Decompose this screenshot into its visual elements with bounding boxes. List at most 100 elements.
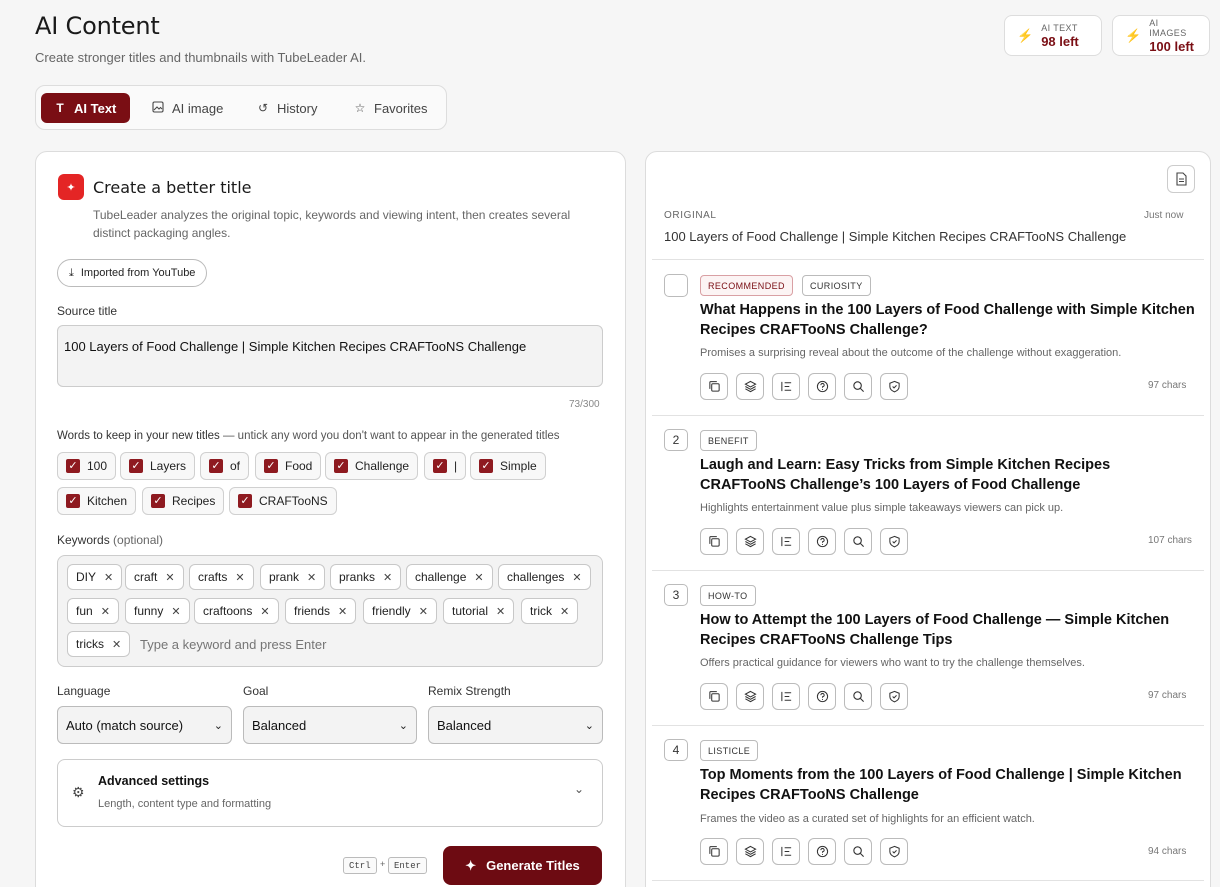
download-icon: ⤓ — [69, 266, 74, 279]
layers-icon — [743, 690, 757, 703]
search-icon — [852, 535, 865, 548]
kbd-ctrl: Ctrl — [343, 857, 377, 874]
remove-keyword-icon[interactable]: ✕ — [338, 605, 347, 618]
help-button[interactable] — [808, 373, 836, 400]
imported-from-youtube-button[interactable]: ⤓ Imported from YouTube — [57, 259, 208, 287]
copy-icon — [708, 690, 721, 703]
remove-keyword-icon[interactable]: ✕ — [260, 605, 269, 618]
layers-button[interactable] — [736, 373, 764, 400]
tab-favorites[interactable]: ☆ Favorites — [341, 93, 439, 123]
divider — [652, 415, 1204, 416]
copy-button[interactable] — [700, 528, 728, 555]
result-title[interactable]: How to Attempt the 100 Layers of Food Ch… — [700, 611, 1195, 650]
remove-keyword-icon[interactable]: ✕ — [307, 571, 316, 584]
help-button[interactable] — [808, 683, 836, 710]
keep-words-hint: — untick any word you don't want to appe… — [219, 430, 560, 442]
keep-word-checkbox[interactable]: ✓ Layers — [120, 452, 196, 480]
shield-check-button[interactable] — [880, 373, 908, 400]
generate-titles-button[interactable]: ✦ Generate Titles — [443, 846, 602, 885]
remove-keyword-icon[interactable]: ✕ — [101, 605, 110, 618]
layers-button[interactable] — [736, 683, 764, 710]
language-value: Auto (match source) — [66, 717, 184, 733]
search-button[interactable] — [844, 683, 872, 710]
help-button[interactable] — [808, 838, 836, 865]
remix-strength-label: Remix Strength — [428, 684, 511, 698]
language-select[interactable]: Auto (match source) ⌄ — [57, 706, 232, 744]
sparkle-icon: ✦ — [465, 857, 477, 873]
list-button[interactable] — [772, 683, 800, 710]
keep-word: Layers — [150, 459, 187, 473]
tab-ai-image[interactable]: AI image — [139, 93, 235, 123]
advanced-settings-toggle[interactable]: ⚙ Advanced settings Length, content type… — [57, 759, 603, 827]
list-button[interactable] — [772, 528, 800, 555]
select-result-checkbox[interactable] — [664, 274, 688, 297]
result-title[interactable]: Laugh and Learn: Easy Tricks from Simple… — [700, 456, 1195, 495]
keep-word-checkbox[interactable]: ✓ Challenge — [325, 452, 419, 480]
remove-keyword-icon[interactable]: ✕ — [474, 571, 483, 584]
keep-words-label: Words to keep in your new titles — untic… — [57, 430, 560, 442]
goal-select[interactable]: Balanced ⌄ — [243, 706, 417, 744]
keep-word-checkbox[interactable]: ✓ Simple — [470, 452, 546, 480]
help-button[interactable] — [808, 528, 836, 555]
keyword-text: trick — [530, 604, 552, 618]
ai-images-credits: ⚡ AI IMAGES 100 left — [1112, 15, 1210, 56]
keep-word-checkbox[interactable]: ✓ | — [424, 452, 467, 480]
angle-badge: CURIOSITY — [802, 275, 871, 296]
copy-button[interactable] — [700, 838, 728, 865]
remove-keyword-icon[interactable]: ✕ — [112, 638, 121, 651]
result-title[interactable]: Top Moments from the 100 Layers of Food … — [700, 766, 1195, 805]
remove-keyword-icon[interactable]: ✕ — [165, 571, 174, 584]
shield-check-button[interactable] — [880, 683, 908, 710]
remove-keyword-icon[interactable]: ✕ — [383, 571, 392, 584]
layers-button[interactable] — [736, 838, 764, 865]
copy-button[interactable] — [700, 373, 728, 400]
search-button[interactable] — [844, 528, 872, 555]
check-icon: ✓ — [66, 494, 80, 508]
divider — [652, 880, 1204, 881]
shield-check-button[interactable] — [880, 528, 908, 555]
keep-word-checkbox[interactable]: ✓ CRAFTooNS — [229, 487, 337, 515]
chevron-down-icon: ⌄ — [213, 719, 223, 732]
keyword-text: tricks — [76, 637, 104, 651]
help-icon — [816, 535, 829, 548]
original-timestamp: Just now — [1144, 210, 1184, 221]
remove-keyword-icon[interactable]: ✕ — [572, 571, 581, 584]
result-number: 2 — [664, 429, 688, 451]
remix-strength-select[interactable]: Balanced ⌄ — [428, 706, 603, 744]
keep-word-checkbox[interactable]: ✓ 100 — [57, 452, 117, 480]
remove-keyword-icon[interactable]: ✕ — [104, 571, 113, 584]
remove-keyword-icon[interactable]: ✕ — [560, 605, 569, 618]
divider — [652, 570, 1204, 571]
keep-word: Kitchen — [87, 494, 128, 508]
goal-value: Balanced — [252, 717, 307, 733]
help-icon — [816, 845, 829, 858]
list-button[interactable] — [772, 373, 800, 400]
keep-word-checkbox[interactable]: ✓ Kitchen — [57, 487, 137, 515]
tab-history[interactable]: ↺ History — [244, 93, 329, 123]
keyword-text: craftoons — [203, 604, 253, 618]
search-button[interactable] — [844, 373, 872, 400]
list-icon — [780, 845, 793, 858]
source-title-input[interactable]: 100 Layers of Food Challenge | Simple Ki… — [57, 325, 603, 387]
keep-word-checkbox[interactable]: ✓ Recipes — [142, 487, 225, 515]
original-title: 100 Layers of Food Challenge | Simple Ki… — [664, 229, 1127, 244]
shield-check-button[interactable] — [880, 838, 908, 865]
keep-word-checkbox[interactable]: ✓ of — [200, 452, 250, 480]
keyword-text: funny — [134, 604, 164, 618]
keyword-input[interactable] — [140, 637, 440, 652]
advanced-description: Length, content type and formatting — [98, 798, 272, 810]
export-document-icon[interactable] — [1167, 165, 1195, 193]
layers-button[interactable] — [736, 528, 764, 555]
result-title[interactable]: What Happens in the 100 Layers of Food C… — [700, 301, 1195, 340]
remove-keyword-icon[interactable]: ✕ — [171, 605, 180, 618]
sparkle-icon: ✦ — [58, 174, 84, 200]
copy-button[interactable] — [700, 683, 728, 710]
tab-ai-text[interactable]: T AI Text — [41, 93, 130, 123]
remove-keyword-icon[interactable]: ✕ — [235, 571, 244, 584]
keep-word-checkbox[interactable]: ✓ Food — [255, 452, 322, 480]
search-button[interactable] — [844, 838, 872, 865]
angle-badge: BENEFIT — [700, 430, 757, 451]
remove-keyword-icon[interactable]: ✕ — [496, 605, 505, 618]
list-button[interactable] — [772, 838, 800, 865]
remove-keyword-icon[interactable]: ✕ — [419, 605, 428, 618]
